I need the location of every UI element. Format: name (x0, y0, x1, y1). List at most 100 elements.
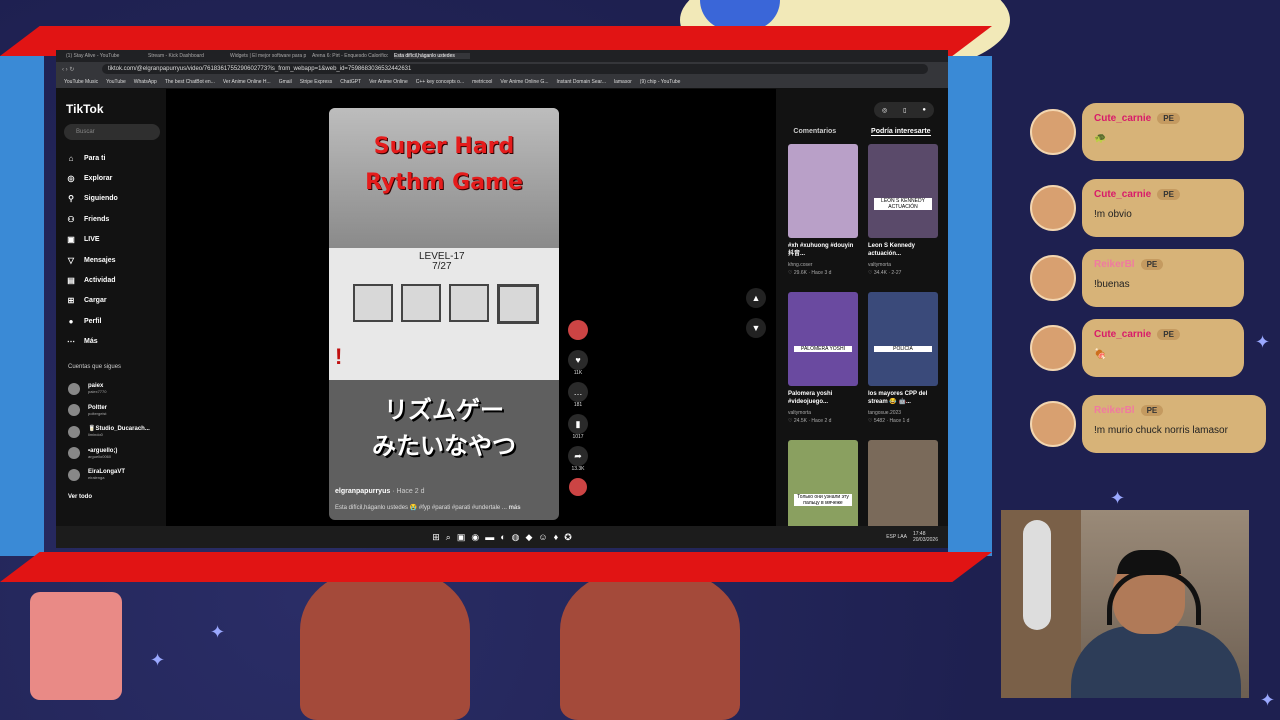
bookmark[interactable]: C++ key concepts o... (416, 79, 464, 85)
nav-list: ⌂ Para ti ◎ Explorar ⚲ Siguiendo ⚇ Friends ▣ LIVE… (66, 148, 118, 352)
see-all-link[interactable]: Ver todo (68, 494, 92, 500)
scroll-up-button[interactable]: ▲ (746, 288, 766, 308)
avatar[interactable]: ● (922, 107, 926, 113)
discord-icon[interactable]: ☺ (538, 532, 547, 542)
bookmark[interactable]: Stripe Express (300, 79, 333, 85)
system-tray: ESP LAA 17:48 20/03/2026 (886, 526, 938, 548)
chat-text: 🐢 (1094, 133, 1107, 144)
task-view-icon[interactable]: ▣ (457, 532, 466, 543)
search-input[interactable]: Buscar (64, 124, 160, 140)
sidebar-item-friends[interactable]: ⚇ Friends (66, 209, 118, 229)
suggestion-thumbnail[interactable]: POLICIA (868, 292, 938, 386)
app-icon[interactable]: ◉ (471, 532, 479, 543)
app-icon[interactable]: ◍ (512, 532, 520, 543)
tab-comments[interactable]: Comentarios (793, 128, 836, 136)
suggestion-thumbnail[interactable]: PALOMERA YOSHI (788, 292, 858, 386)
browser-tab-active[interactable]: Esta difícil,háganlo ustedes (394, 53, 470, 59)
vscode-icon[interactable]: ◆ (526, 532, 533, 543)
language-indicator[interactable]: ESP LAA (886, 534, 907, 540)
suggestion-user[interactable]: valtymorta (788, 410, 858, 416)
suggestion-title[interactable]: #xh #xuhuong #douyin抖音... (788, 242, 858, 258)
author-name[interactable]: elgranpapurryus (335, 488, 390, 495)
cat-decoration (30, 592, 122, 700)
bookmark[interactable]: Ver Anime Online (369, 79, 408, 85)
comment-button[interactable]: … 181 (566, 382, 590, 408)
folder-icon[interactable]: ▬ (485, 532, 494, 542)
sidebar-item-para-ti[interactable]: ⌂ Para ti (66, 148, 118, 168)
browser-icon[interactable]: ◐ (500, 532, 505, 542)
bookmark[interactable]: Gmail (279, 79, 292, 85)
bookmark[interactable]: YouTube (106, 79, 126, 85)
following-item[interactable]: EiraLongaVT eiralenga (68, 464, 150, 486)
bookmark[interactable]: WhatsApp (134, 79, 157, 85)
suggestion-thumbnail[interactable]: Только они узнали эту пальцу в мячеже (788, 440, 858, 534)
author-avatar[interactable] (568, 320, 588, 340)
clock[interactable]: 17:48 20/03/2026 (913, 531, 938, 543)
windows-start-icon[interactable]: ⊞ (432, 532, 440, 543)
bookmark-button[interactable]: ▮ 1017 (566, 414, 590, 440)
fist-decoration (300, 570, 470, 720)
suggestion-user[interactable]: tangosue.2023 (868, 410, 938, 416)
sidebar-item-siguiendo[interactable]: ⚲ Siguiendo (66, 189, 118, 209)
suggestion-thumbnail[interactable]: LEON S KENNEDY ACTUACIÓN (868, 144, 938, 238)
browser-tab[interactable]: (1) Stay Alive - YouTube (66, 53, 142, 59)
following-item[interactable]: paiex paiex7770 (68, 378, 150, 400)
heart-icon: ♥ (568, 350, 588, 370)
tab-suggested[interactable]: Podría interesarte (871, 128, 931, 136)
sidebar-item-cargar[interactable]: ⊞ Cargar (66, 291, 118, 311)
music-disc-icon[interactable] (569, 478, 587, 496)
suggestion-title[interactable]: los mayores CPP del stream 😂 🤖... (868, 390, 938, 406)
following-username: eiralenga (88, 475, 105, 481)
bookmark[interactable]: YouTube Music (64, 79, 98, 85)
sidebar-item-live[interactable]: ▣ LIVE (66, 230, 118, 250)
following-item[interactable]: 🥛Studio_Ducarach... limindo0 (68, 421, 150, 443)
sidebar-item-más[interactable]: ⋯ Más (66, 332, 118, 352)
suggestion-user[interactable]: khng.coser (788, 262, 858, 268)
bookmark[interactable]: lamasor (614, 79, 632, 85)
suggestion-title[interactable]: Leon S Kennedy actuación... (868, 242, 938, 258)
compass-icon[interactable]: ◎ (882, 107, 887, 114)
following-item[interactable]: Poltter poltergeist (68, 400, 150, 422)
following-text: Poltter poltergeist (88, 405, 107, 416)
share-button[interactable]: ➦ 13.3K (566, 446, 590, 472)
bookmark[interactable]: (9) chip - YouTube (640, 79, 681, 85)
suggestion-title[interactable]: Palomera yoshi #videojuego... (788, 390, 858, 406)
windows-taskbar: ⊞ ⌕ ▣ ◉ ▬ ◐ ◍ ◆ ☺ ♦ ✪ ESP LAA 17:48 20/03… (56, 526, 948, 548)
search-icon[interactable]: ⌕ (446, 532, 451, 543)
thumbnail-caption: Только они узнали эту пальцу в мячеже (794, 494, 852, 506)
steam-icon[interactable]: ✪ (564, 532, 572, 543)
browser-tab[interactable]: Widgets | El mejor software para p... (230, 53, 306, 59)
tiktok-logo[interactable]: TikTok (66, 102, 104, 116)
bookmark[interactable]: Ver Anime Online H... (223, 79, 271, 85)
stream-chat: Cute_carnie PE 🐢 Cute_carnie PE !m obvio Reike… (1020, 95, 1280, 465)
suggestions-panel: ◎ ▯ ● Comentarios Podría interesarte #xh… (776, 88, 948, 534)
video-author[interactable]: elgranpapurryus · Hace 2 d (335, 488, 425, 495)
avatar (68, 468, 80, 481)
browser-tab[interactable]: Arena 6: Pirt - Enquesdo Calorifico... (312, 53, 388, 59)
scroll-down-button[interactable]: ▼ (746, 318, 766, 338)
device-icon[interactable]: ▯ (903, 107, 906, 114)
suggestion-thumbnail[interactable] (868, 440, 938, 534)
chat-text: !m obvio (1094, 209, 1132, 220)
url-field[interactable]: tiktok.com/@elgranpapurryus/video/761836… (102, 64, 928, 74)
video-player[interactable]: Super Hard Rythm Game LEVEL-17 7/27 ! リズ… (329, 108, 559, 520)
bookmark[interactable]: The best ChatBot en... (165, 79, 215, 85)
suggestion-user[interactable]: valtymorta (868, 262, 938, 268)
bookmark[interactable]: ChatGPT (340, 79, 361, 85)
sidebar-item-actividad[interactable]: ▤ Actividad (66, 270, 118, 290)
nav-buttons[interactable]: ‹ › ↻ (56, 66, 102, 73)
following-list: paiex paiex7770 Poltter poltergeist 🥛Studio_… (68, 378, 150, 486)
heart-button[interactable]: ♥ 11K (566, 350, 590, 376)
sidebar-item-mensajes[interactable]: ▽ Mensajes (66, 250, 118, 270)
bookmark[interactable]: metricool (472, 79, 492, 85)
browser-tab[interactable]: Stream - Kick Dashboard (148, 53, 224, 59)
bookmark[interactable]: Instant Domain Sear... (557, 79, 606, 85)
suggestion-thumbnail[interactable] (788, 144, 858, 238)
more-link[interactable]: más (509, 505, 521, 511)
sidebar-item-perfil[interactable]: ● Perfil (66, 311, 118, 331)
bookmark[interactable]: Ver Anime Online G... (500, 79, 548, 85)
sidebar-item-explorar[interactable]: ◎ Explorar (66, 168, 118, 188)
action-count: 11K (573, 370, 583, 376)
following-item[interactable]: •arguello;) arguello0060 (68, 443, 150, 465)
brave-icon[interactable]: ♦ (554, 532, 559, 542)
